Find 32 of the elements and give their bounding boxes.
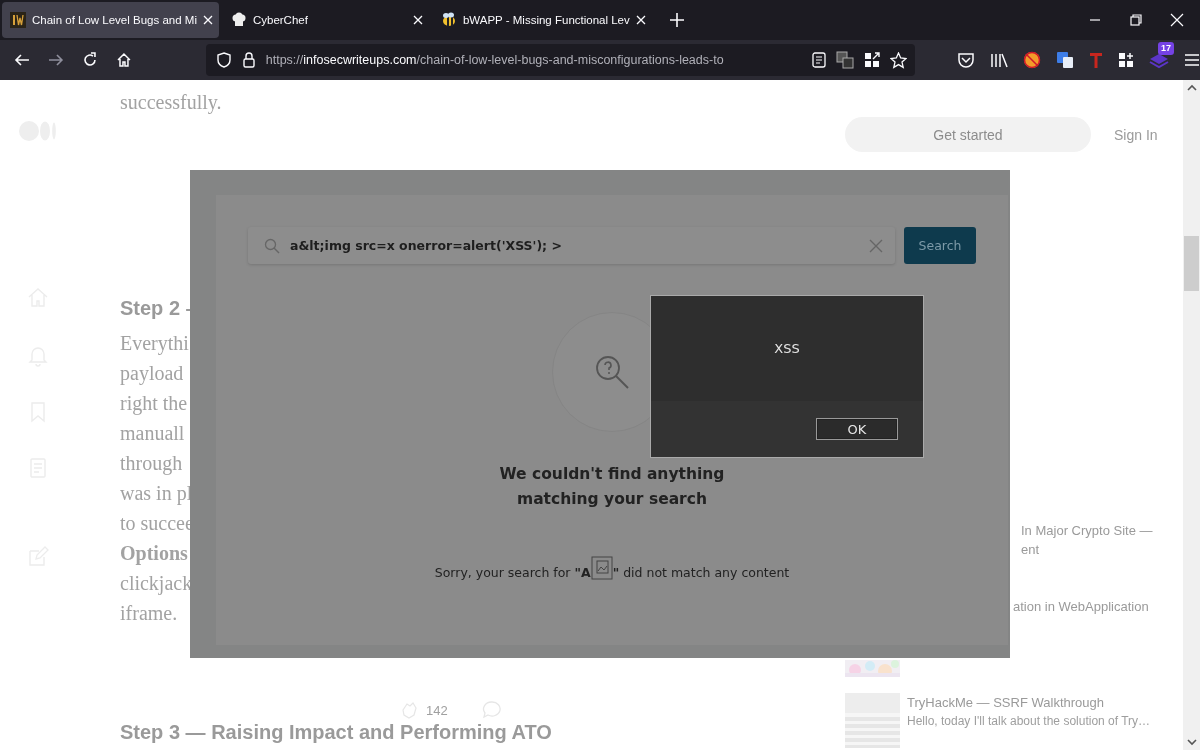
url-text[interactable]: https://infosecwriteups.com/chain-of-low-level-bugs-and-misconfigurations-leads-to	[265, 53, 802, 67]
ok-button[interactable]: OK	[816, 418, 898, 440]
story-title[interactable]: TryHackMe — SSRF Walkthrough	[907, 693, 1151, 712]
section-heading: Step 3 — Raising Impact and Performing ATO	[120, 720, 552, 744]
article-text: clickjack	[120, 571, 193, 597]
browser-tab[interactable]: bWAPP - Missing Functional Lev	[432, 2, 652, 38]
empty-state-title: We couldn't find anything matching your search	[499, 464, 725, 510]
article-text: payload	[120, 361, 184, 387]
article-text: Everythi	[120, 331, 189, 357]
empty-state-message: Sorry, your search for "A	[434, 565, 591, 580]
alert-message: XSS	[774, 341, 800, 356]
article-text: right the	[120, 391, 188, 417]
article-text: through	[120, 451, 183, 477]
article-text: was in pl	[120, 481, 193, 507]
article-text: successfully.	[120, 90, 222, 115]
search-field[interactable]: a&lt;img src=x onerror=alert('XSS'); >	[248, 227, 895, 264]
story-title[interactable]: In Major Crypto Site —	[1021, 521, 1153, 540]
browser-tab[interactable]: CyberChef	[222, 2, 429, 38]
story-excerpt: Hello, today I'll talk about the solution of Try…	[907, 714, 1151, 728]
story-title[interactable]: ation in WebApplication	[1013, 597, 1165, 616]
sign-in-link[interactable]: Sign In	[1114, 126, 1158, 143]
clap-count: 142	[426, 702, 448, 718]
extension-badge: 17	[1158, 42, 1174, 55]
story-title[interactable]: ent	[1021, 540, 1040, 559]
empty-state-message: " did not match any content	[612, 565, 790, 580]
article-text: manuall	[120, 421, 185, 446]
article-text: Options	[120, 541, 188, 567]
browser-tab[interactable]: Chain of Low Level Bugs and Mi	[2, 2, 219, 38]
get-started-button[interactable]: Get started	[845, 117, 1091, 152]
article-text: iframe.	[120, 601, 178, 626]
address-bar[interactable]: https://infosecwriteups.com/chain-of-low-level-bugs-and-misconfigurations-leads-to	[205, 44, 915, 76]
search-button[interactable]: Search	[904, 227, 976, 264]
